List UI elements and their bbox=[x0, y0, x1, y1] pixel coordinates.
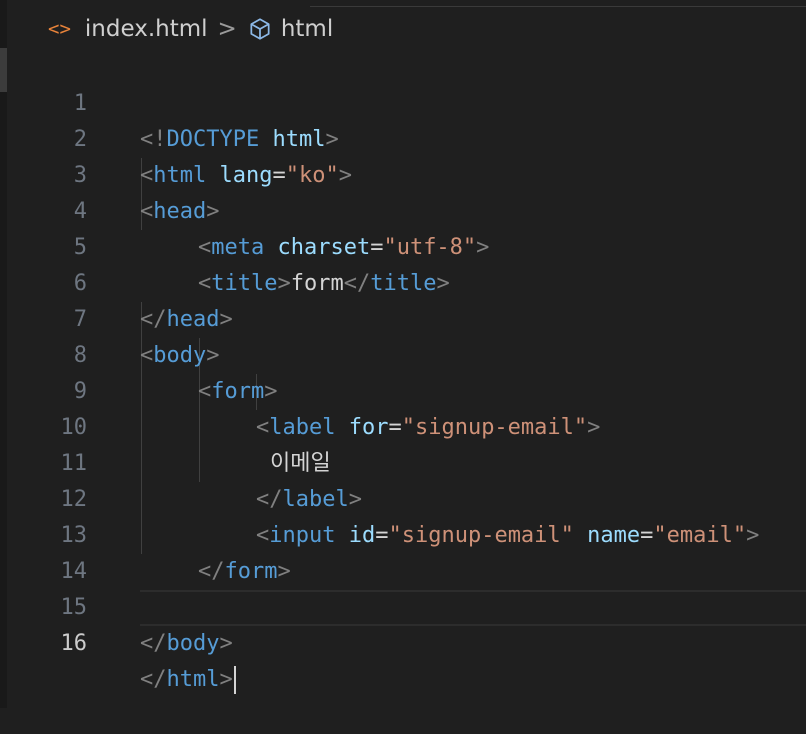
code-line: 6 </head> bbox=[0, 230, 806, 332]
code-line: 12 <input id="signup-email" name="email"… bbox=[0, 446, 806, 548]
code-line: 15 </body> bbox=[0, 554, 806, 656]
text-cursor bbox=[233, 666, 236, 694]
code-line: 5 <title>form</title> bbox=[0, 194, 806, 296]
code-line: 4 <meta charset="utf-8"> bbox=[0, 158, 806, 260]
code-line: 7 <body> bbox=[0, 266, 806, 368]
code-editor[interactable]: 1 <!DOCTYPE html> 2 <html lang="ko"> 3 <… bbox=[0, 50, 806, 694]
code-line: 9 <label for="signup-email"> bbox=[0, 338, 806, 440]
breadcrumb-separator: > bbox=[217, 16, 237, 42]
code-line: 3 <head> bbox=[0, 122, 806, 224]
line-number-current: 16 bbox=[60, 631, 88, 656]
code-line: 8 <form> bbox=[0, 302, 806, 404]
code-line-current: 16 </html> bbox=[0, 590, 806, 694]
html-file-icon: <> bbox=[48, 18, 71, 40]
code-line: 2 <html lang="ko"> bbox=[0, 86, 806, 188]
breadcrumb-symbol-name[interactable]: html bbox=[281, 16, 333, 42]
code-line: 13 </form> bbox=[0, 482, 806, 584]
code-line: 1 <!DOCTYPE html> bbox=[0, 50, 806, 152]
breadcrumb: <> index.html > html bbox=[48, 12, 333, 46]
code-line: 11 </label> bbox=[0, 410, 806, 512]
editor-top-border bbox=[310, 0, 806, 7]
breadcrumb-file-name[interactable]: index.html bbox=[85, 16, 208, 42]
code-line: 14 bbox=[0, 518, 806, 584]
cube-icon bbox=[247, 16, 273, 42]
code-line: 10 이메일 bbox=[0, 374, 806, 476]
